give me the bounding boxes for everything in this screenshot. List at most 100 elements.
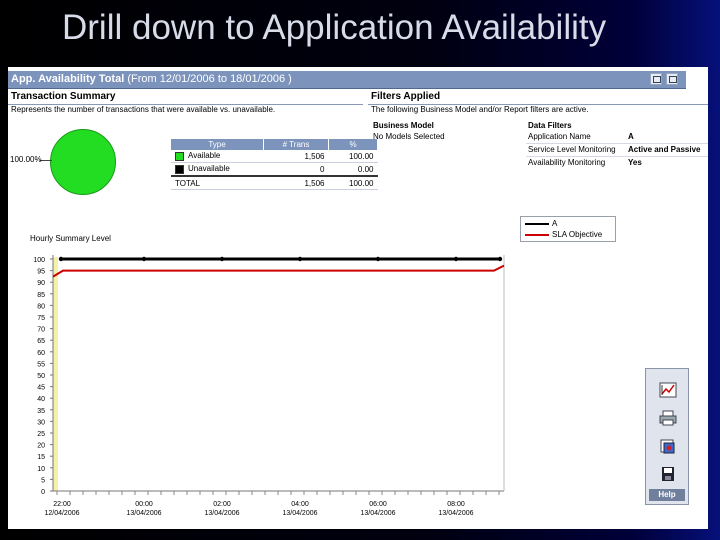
- legend-label-a: A: [552, 219, 558, 228]
- row-trans: 0: [263, 162, 329, 177]
- availability-point: [58, 256, 64, 262]
- data-filters-header: Data Filters: [528, 121, 572, 130]
- business-model-header: Business Model: [373, 121, 434, 130]
- chart-title: Hourly Summary Level: [30, 234, 111, 243]
- availability-point: [375, 256, 381, 262]
- availability-point: [219, 256, 225, 262]
- legend-item-sla: SLA Objective: [525, 230, 602, 239]
- filter-name: Application Name: [528, 132, 591, 141]
- row-pct: 100.00: [328, 150, 378, 163]
- plot-area: [58, 257, 500, 491]
- filters-applied-description: The following Business Model and/or Repo…: [371, 105, 589, 114]
- hourly-availability-chart: Hourly Summary Level10095908580757065605…: [30, 234, 505, 517]
- y-tick-label: 20: [37, 443, 45, 450]
- row-trans: 1,506: [263, 150, 329, 163]
- total-pct: 100.00: [328, 175, 378, 190]
- row-pct: 0.00: [328, 162, 378, 177]
- availability-point-end: [497, 256, 503, 262]
- chart-icon[interactable]: [658, 381, 678, 399]
- legend-label-sla: SLA Objective: [552, 230, 603, 239]
- x-tick-date: 13/04/2006: [204, 510, 239, 517]
- x-tick-time: 08:00: [447, 501, 465, 508]
- total-trans: 1,506: [263, 175, 329, 190]
- y-tick-label: 55: [37, 361, 45, 368]
- transaction-table: Type # Trans % Available 1,506 100.00 Un…: [171, 139, 378, 190]
- x-tick-time: 04:00: [291, 501, 309, 508]
- filter-value: A: [628, 132, 634, 141]
- available-swatch: [175, 151, 184, 161]
- row-type: Available: [188, 151, 221, 161]
- y-tick-label: 30: [37, 419, 45, 426]
- slide-title: Drill down to Application Availability: [62, 8, 607, 47]
- report-header-title: App. Availability Total (From 12/01/2006…: [11, 73, 292, 85]
- col-pct: %: [328, 139, 378, 150]
- filter-separator: [526, 143, 708, 144]
- table-total-row: TOTAL 1,506 100.00: [171, 175, 378, 190]
- col-trans: # Trans: [263, 139, 329, 150]
- y-tick-label: 70: [37, 327, 45, 334]
- col-type: Type: [171, 139, 264, 150]
- business-model-value: No Models Selected: [373, 132, 445, 141]
- x-tick-date: 13/04/2006: [360, 510, 395, 517]
- x-tick-date: 13/04/2006: [282, 510, 317, 517]
- y-tick-label: 45: [37, 385, 45, 392]
- x-tick-time: 06:00: [369, 501, 387, 508]
- y-tick-label: 75: [37, 315, 45, 322]
- export-icon[interactable]: [658, 437, 678, 455]
- y-tick-label: 15: [37, 454, 45, 461]
- y-tick-label: 60: [37, 350, 45, 357]
- x-tick-date: 13/04/2006: [126, 510, 161, 517]
- report-close-icon[interactable]: [666, 73, 678, 85]
- transaction-summary-description: Represents the number of transactions th…: [11, 105, 276, 114]
- filter-name: Availability Monitoring: [528, 158, 606, 167]
- table-row: Unavailable 0 0.00: [171, 162, 378, 177]
- help-button[interactable]: Help: [649, 489, 685, 501]
- report-header-bar: App. Availability Total (From 12/01/2006…: [8, 71, 686, 89]
- y-tick-label: 95: [37, 269, 45, 276]
- printer-icon[interactable]: [658, 409, 678, 427]
- floppy-disk-icon[interactable]: [658, 465, 678, 483]
- pie-percentage-label: 100.00%: [10, 155, 42, 164]
- legend-swatch-sla: [525, 233, 549, 236]
- report-panel: App. Availability Total (From 12/01/2006…: [8, 67, 708, 529]
- pie-leader-line: [40, 160, 52, 161]
- plot-left-strip: [53, 257, 58, 491]
- x-tick-date: 12/04/2006: [44, 510, 79, 517]
- y-tick-label: 40: [37, 396, 45, 403]
- x-tick-time: 02:00: [213, 501, 231, 508]
- legend-swatch-a: [525, 222, 549, 225]
- unavailable-swatch: [175, 164, 184, 174]
- report-options-icon[interactable]: [650, 73, 662, 85]
- x-tick-time: 00:00: [135, 501, 153, 508]
- y-tick-label: 5: [41, 477, 45, 484]
- y-tick-label: 50: [37, 373, 45, 380]
- availability-point: [453, 256, 459, 262]
- y-tick-label: 10: [37, 466, 45, 473]
- y-tick-label: 85: [37, 292, 45, 299]
- side-toolbar: Help: [645, 368, 689, 505]
- filter-value: Yes: [628, 158, 642, 167]
- filter-value: Active and Passive: [628, 145, 701, 154]
- total-label: TOTAL: [171, 175, 264, 190]
- availability-point: [297, 256, 303, 262]
- availability-point: [141, 256, 147, 262]
- availability-pie-chart: [50, 129, 116, 195]
- y-tick-label: 100: [33, 257, 45, 264]
- report-date-range: (From 12/01/2006 to 18/01/2006 ): [127, 73, 292, 85]
- y-tick-label: 90: [37, 280, 45, 287]
- transaction-table-header: Type # Trans %: [171, 139, 378, 150]
- y-tick-label: 65: [37, 338, 45, 345]
- x-tick-time: 22:00: [53, 501, 71, 508]
- transaction-summary-title: Transaction Summary: [11, 91, 116, 102]
- filters-applied-title: Filters Applied: [371, 91, 441, 102]
- legend-item-a: A: [525, 219, 557, 228]
- report-title: App. Availability Total: [11, 73, 125, 85]
- filter-name: Service Level Monitoring: [528, 145, 616, 154]
- y-tick-label: 35: [37, 408, 45, 415]
- table-row: Available 1,506 100.00: [171, 150, 378, 163]
- y-tick-label: 25: [37, 431, 45, 438]
- x-tick-date: 13/04/2006: [438, 510, 473, 517]
- y-tick-label: 80: [37, 303, 45, 310]
- chart-legend: A SLA Objective: [520, 216, 616, 242]
- y-tick-label: 0: [41, 489, 45, 496]
